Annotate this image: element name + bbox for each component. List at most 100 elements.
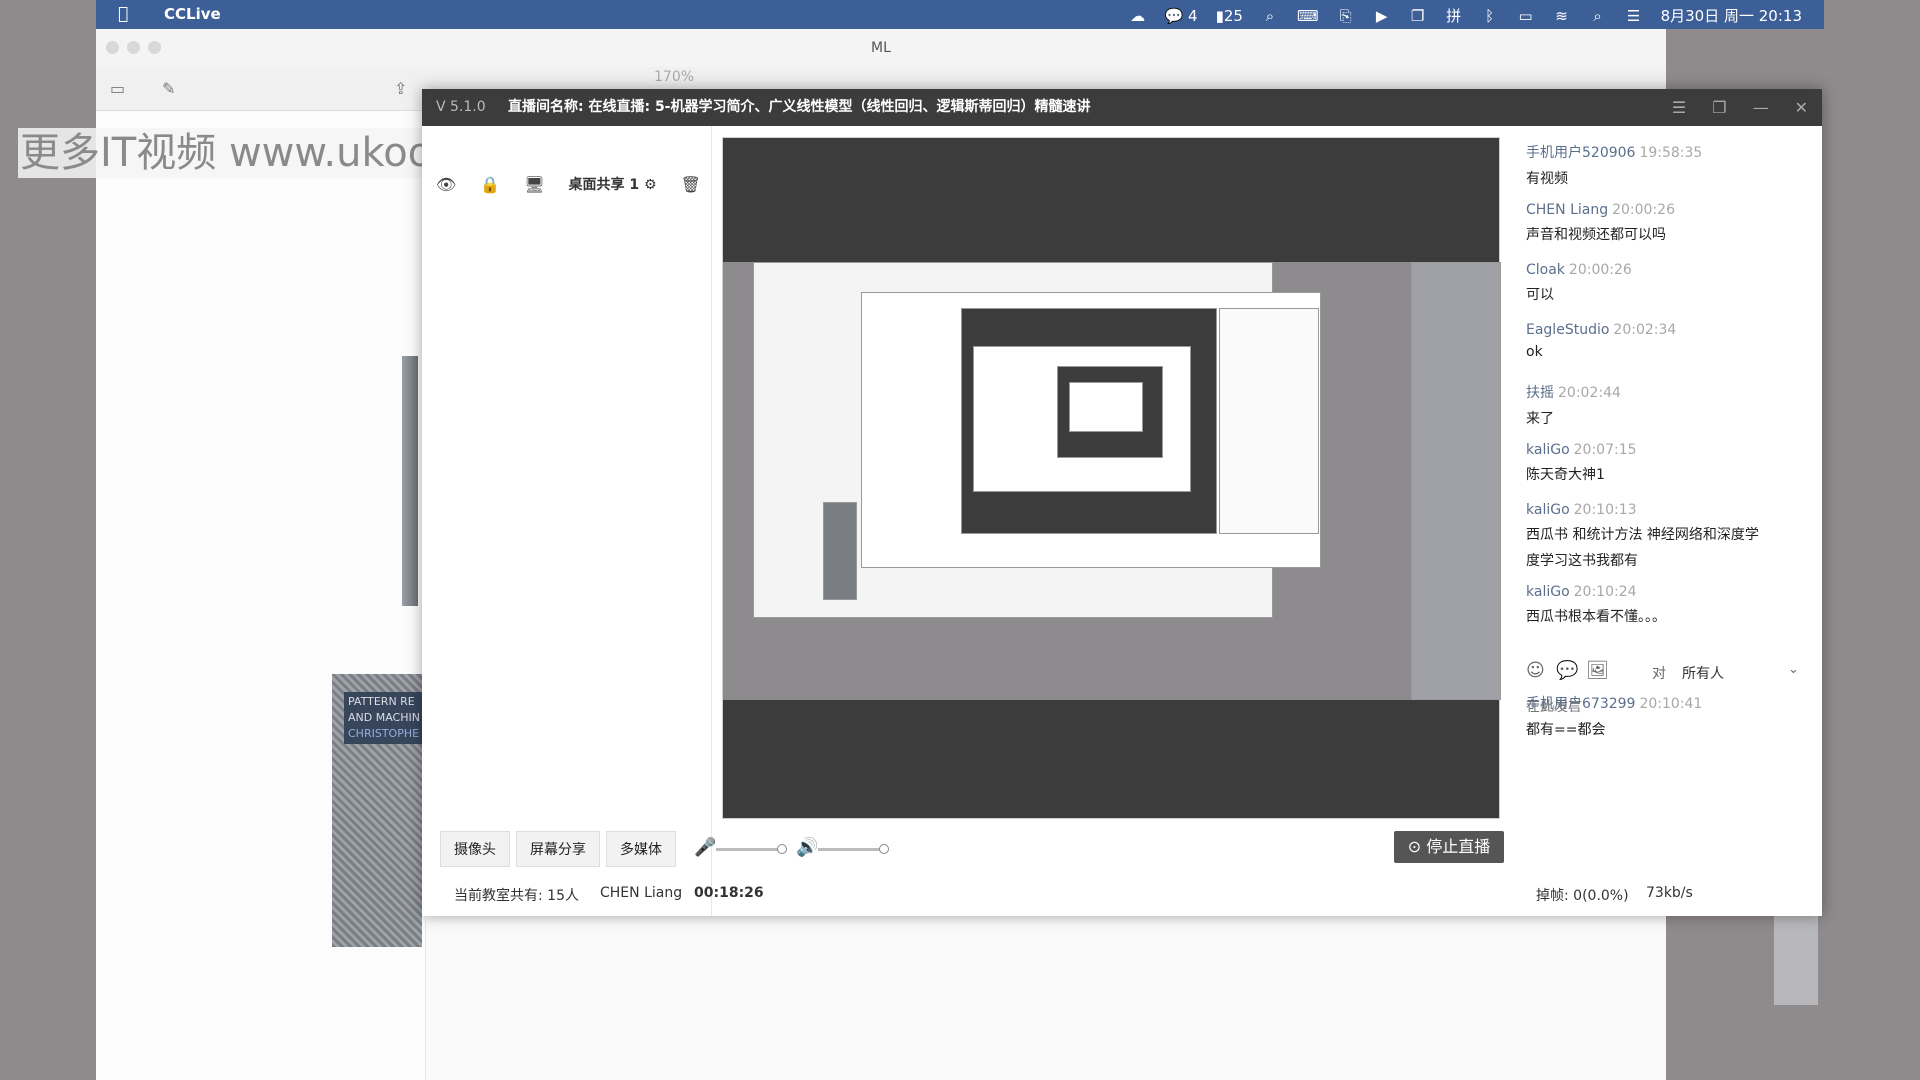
stop-live-button[interactable]: ⊙ 停止直播 [1394,831,1504,863]
battery-icon[interactable]: ▭ [1517,7,1535,25]
chat-user: kaliGo [1526,502,1570,518]
book-cover-image: PATTERN RE AND MACHIN CHRISTOPHE [332,674,422,947]
wechat-icon[interactable]: 💬 4 [1165,7,1198,25]
minimize-icon[interactable]: — [1753,89,1769,126]
stop-icon: ⊙ [1407,837,1427,856]
search-icon[interactable]: ⌕ [1589,7,1607,25]
app-name[interactable]: CCLive [164,5,221,23]
chevron-down-icon[interactable]: ⌄ [1788,662,1799,677]
microphone-icon[interactable]: 🎤 [694,837,716,858]
camera-button[interactable]: 摄像头 [440,831,510,867]
share-icon[interactable]: ⇪ [394,79,407,98]
nested-book [823,502,857,600]
chat-panel: 手机用户520906 19:58:35 有视频 CHEN Liang 20:00:2… [1516,126,1822,916]
play-icon[interactable]: ▶ [1373,7,1391,25]
sidebar-icon[interactable]: ▭ [110,79,125,98]
speaker-volume-slider[interactable] [818,844,889,854]
chat-message: 手机用户520906 19:58:35 有视频 [1526,142,1816,188]
chat-text: 西瓜书 和统计方法 神经网络和深度学 [1526,527,1759,543]
nested-dock [1411,262,1501,700]
source-panel: 👁 🔒 🖥 桌面共享 1 ⚙ 🗑 [422,126,712,916]
desktop-share-label[interactable]: 桌面共享 1 ⚙ [569,174,657,194]
edit-icon[interactable]: ✎ [162,79,175,98]
chat-message: CHEN Liang 20:00:26 声音和视频还都可以吗 [1526,202,1816,244]
restore-icon[interactable]: ❐ [1712,89,1726,126]
slider-knob [777,844,787,854]
chat-user: Cloak [1526,262,1565,278]
zoom-level[interactable]: 170% [654,69,694,85]
chat-message: EagleStudio 20:02:34 ok [1526,322,1816,360]
source-row: 👁 🔒 🖥 桌面共享 1 ⚙ 🗑 [436,174,701,194]
window-controls: ☰ ❐ — ✕ [1672,89,1808,126]
bluetooth-icon[interactable]: ᛒ [1481,7,1499,25]
chat-time: 20:07:15 [1573,442,1637,458]
user-icon[interactable]: ▮25 [1216,7,1243,25]
image-icon[interactable]: 🖼 [1586,660,1609,681]
cclive-titlebar: V 5.1.0 直播间名称: 在线直播: 5-机器学习简介、广义线性模型（线性回… [422,89,1822,126]
cclive-window: V 5.1.0 直播间名称: 在线直播: 5-机器学习简介、广义线性模型（线性回… [422,89,1822,916]
chat-message: Cloak 20:00:26 可以 [1526,262,1816,304]
screen-share-button[interactable]: 屏幕分享 [516,831,600,867]
emoji-icon[interactable]: ☺ [1526,660,1545,681]
to-label: 对 [1652,666,1666,682]
speaker-icon[interactable]: 🔊 [796,837,818,858]
chat-text-continued: 度学习这书我都有 [1526,553,1638,569]
mic-volume-slider[interactable] [716,844,787,854]
window-controls[interactable] [106,41,161,54]
chat-user: 手机用户673299 [1526,696,1636,712]
chat-time: 20:10:24 [1573,584,1637,600]
bitrate: 73kb/s [1646,885,1693,901]
elapsed-time: 00:18:26 [694,885,764,901]
audience-select[interactable]: 所有人 [1682,663,1724,683]
eye-icon[interactable]: 👁 [436,175,456,194]
chat-time: 20:00:26 [1568,262,1632,278]
trash-icon[interactable]: 🗑 [681,175,701,194]
nested-screen-6 [1069,382,1143,432]
clock[interactable]: 8月30日 周一 20:13 [1661,5,1802,26]
chat-text: ok [1526,344,1543,360]
notification-icon[interactable]: ☁ [1129,7,1147,25]
window-title: ML [871,40,891,56]
keyboard-icon[interactable]: ⌨ [1297,7,1319,25]
chat-text: 西瓜书根本看不懂。。。 [1526,609,1666,625]
book-spine-image [402,356,418,606]
chat-message: 手机用户673299 20:10:41 都有==都会 [1526,693,1816,739]
chat-message: kaliGo 20:10:13 西瓜书 和统计方法 神经网络和深度学 度学习这书我… [1526,502,1816,570]
chat-message: 扶摇 20:02:44 来了 [1526,382,1816,428]
chat-time: 20:10:41 [1639,696,1703,712]
chat-text: 可以 [1526,287,1554,303]
status-bar: 当前教室共有: 15人 CHEN Liang 00:18:26 掉帧: 0(0.… [422,877,1822,913]
chat-text: 声音和视频还都可以吗 [1526,227,1666,243]
input-method-icon[interactable]: 拼 [1445,5,1463,26]
chat-message: kaliGo 20:07:15 陈天奇大神1 [1526,442,1816,484]
apple-icon[interactable]:  [118,4,128,24]
screen-capture [723,262,1501,700]
nested-chat [1219,308,1319,534]
chat-user: 扶摇 [1526,385,1554,401]
menu-icon[interactable]: ☰ [1672,89,1686,126]
magnifier-icon[interactable]: ⌕ [1261,7,1279,25]
desktop-share-icon[interactable]: 🖥 [524,175,544,194]
menu-bar:  CCLive ☁ 💬 4 ▮25 ⌕ ⌨ ⎘ ▶ ❐ 拼 ᛒ ▭ ≋ ⌕ ☰… [96,0,1824,29]
chat-time: 20:02:44 [1558,385,1621,401]
close-icon[interactable]: ✕ [1795,89,1808,126]
lock-icon[interactable]: 🔒 [480,175,500,194]
room-name: 直播间名称: 在线直播: 5-机器学习简介、广义线性模型（线性回归、逻辑斯蒂回归… [508,99,1091,115]
multimedia-button[interactable]: 多媒体 [606,831,676,867]
speech-bubble-icon[interactable]: 💬 [1556,660,1578,681]
slider-knob [879,844,889,854]
chat-user: 手机用户520906 [1526,145,1636,161]
gear-icon: ⚙ [644,177,657,193]
clipboard-icon[interactable]: ⎘ [1337,7,1355,25]
chat-user: CHEN Liang [1526,202,1609,218]
video-stage [722,137,1501,819]
control-center-icon[interactable]: ☰ [1625,7,1643,25]
chat-time: 19:58:35 [1639,145,1703,161]
book-cover-label: PATTERN RE AND MACHIN CHRISTOPHE [344,692,422,744]
status-tray: ☁ 💬 4 ▮25 ⌕ ⌨ ⎘ ▶ ❐ 拼 ᛒ ▭ ≋ ⌕ ☰ 8月30日 周一… [1129,5,1802,26]
chat-time: 20:02:34 [1613,322,1677,338]
chat-message: kaliGo 20:10:24 西瓜书根本看不懂。。。 [1526,584,1816,626]
chat-text: 都有==都会 [1526,722,1606,738]
window-icon[interactable]: ❐ [1409,7,1427,25]
wifi-icon[interactable]: ≋ [1553,7,1571,25]
